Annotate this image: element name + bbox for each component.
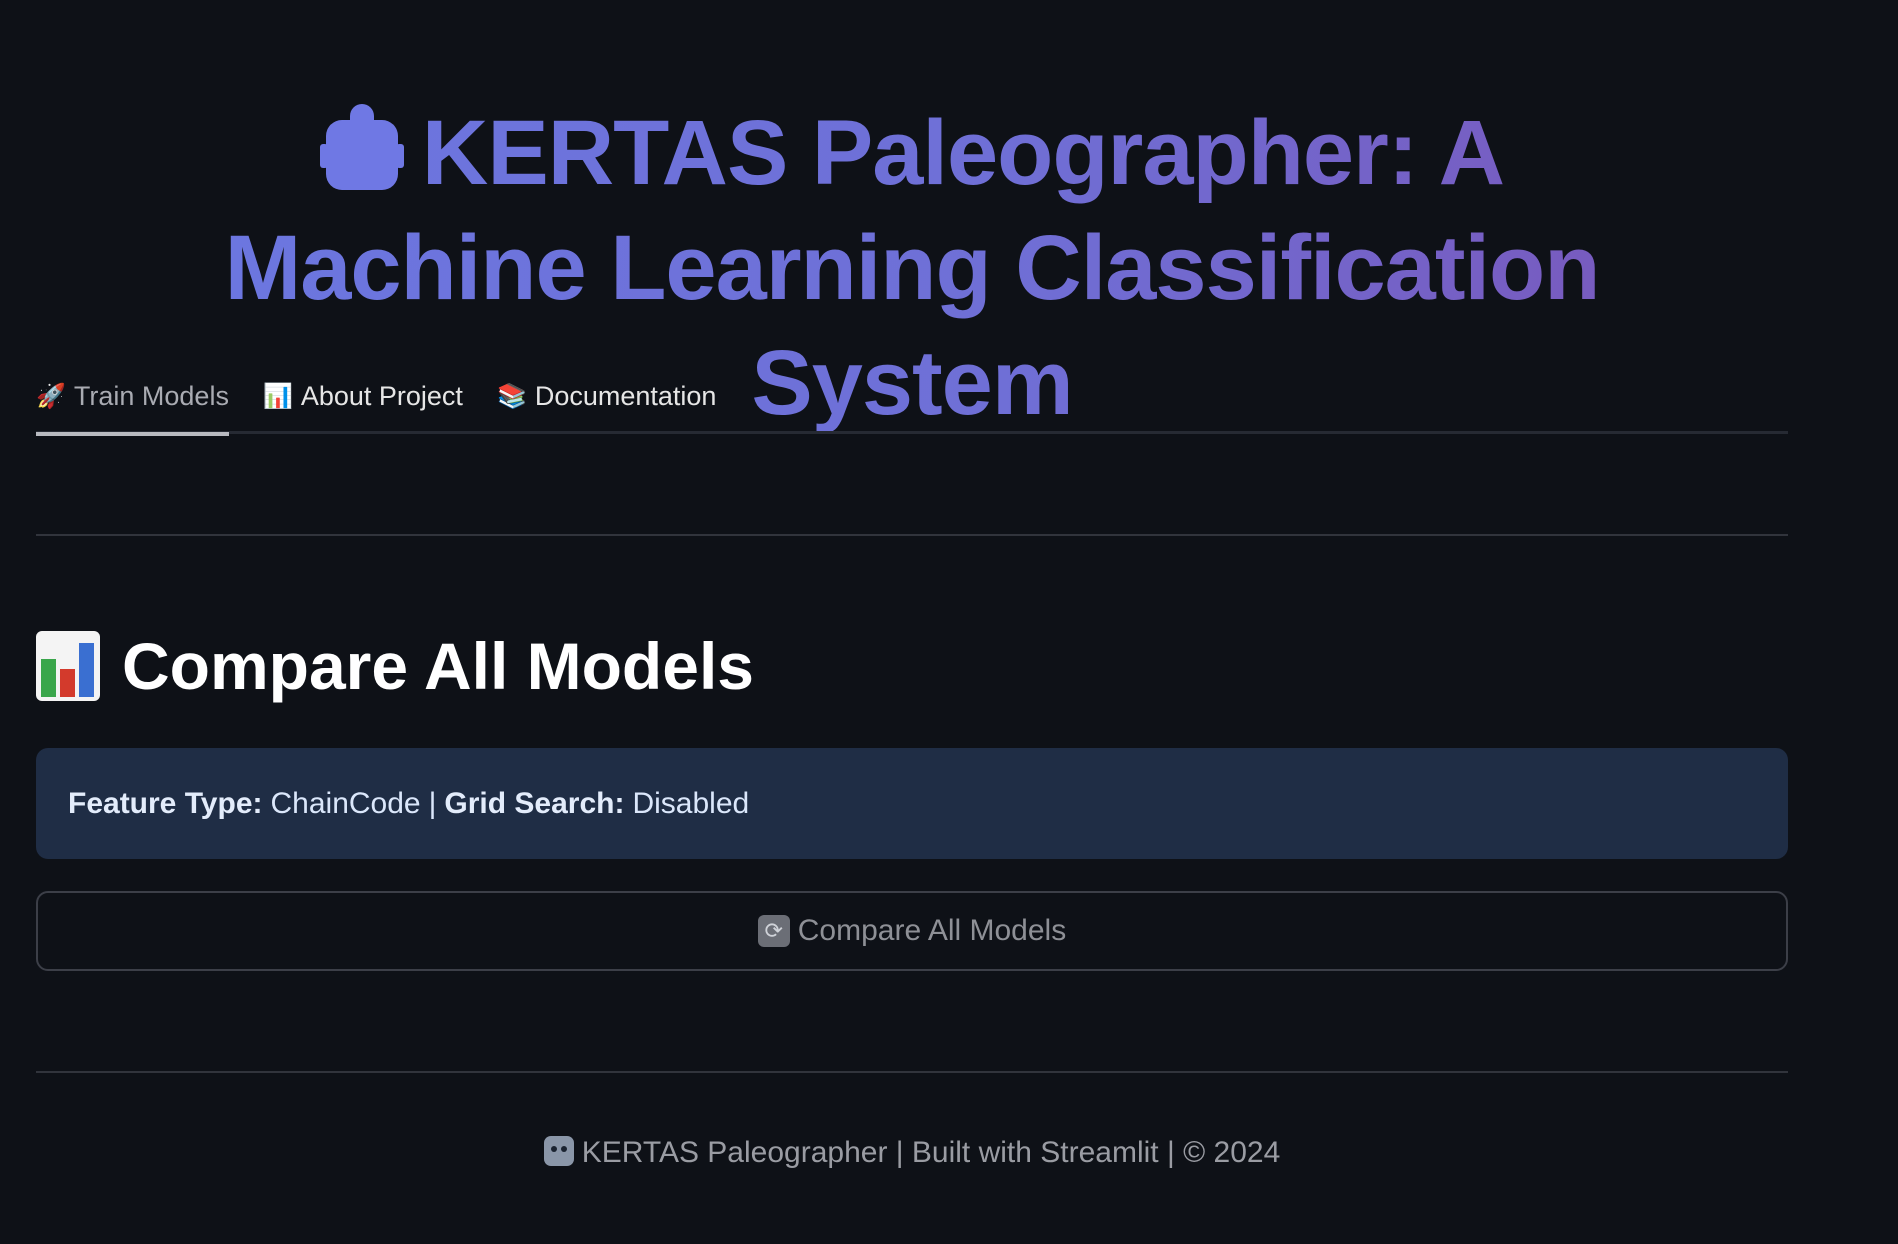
info-separator: | xyxy=(428,786,437,820)
section-title-text: Compare All Models xyxy=(122,629,754,703)
bar-chart-icon xyxy=(36,631,100,701)
tab-bar: 🚀 Train Models 📊 About Project 📚 Documen… xyxy=(36,361,1788,436)
tab-label: Documentation xyxy=(534,381,717,411)
footer-text: KERTAS Paleographer | Built with Streaml… xyxy=(581,1136,1281,1169)
divider-bottom xyxy=(36,1071,1788,1073)
tab-about-project[interactable]: 📊 About Project xyxy=(263,361,463,433)
bar-chart-icon: 📊 xyxy=(262,383,293,410)
robot-icon xyxy=(319,104,404,190)
grid-search-label: Grid Search: xyxy=(444,786,625,820)
feature-type-value: ChainCode xyxy=(270,786,421,820)
tab-documentation[interactable]: 📚 Documentation xyxy=(497,361,717,433)
tab-label: Train Models xyxy=(73,381,229,411)
tab-train-models[interactable]: 🚀 Train Models xyxy=(36,361,229,436)
feature-type-label: Feature Type: xyxy=(68,786,263,820)
info-box: Feature Type: ChainCode | Grid Search: D… xyxy=(36,748,1788,859)
footer: KERTAS Paleographer | Built with Streaml… xyxy=(36,1136,1788,1170)
app-page: KERTAS Paleographer: A Machine Learning … xyxy=(0,0,1898,1244)
rocket-icon: 🚀 xyxy=(36,383,66,410)
compare-button-label: Compare All Models xyxy=(797,914,1067,947)
main-content: KERTAS Paleographer: A Machine Learning … xyxy=(36,0,1788,1169)
divider-top xyxy=(36,534,1788,536)
tab-label: About Project xyxy=(300,381,463,411)
books-icon: 📚 xyxy=(496,383,527,410)
grid-search-value: Disabled xyxy=(632,786,750,820)
refresh-icon: ⟳ xyxy=(757,915,790,947)
compare-all-models-button[interactable]: ⟳ Compare All Models xyxy=(36,891,1788,971)
section-title: Compare All Models xyxy=(36,628,754,704)
robot-icon xyxy=(543,1136,574,1166)
